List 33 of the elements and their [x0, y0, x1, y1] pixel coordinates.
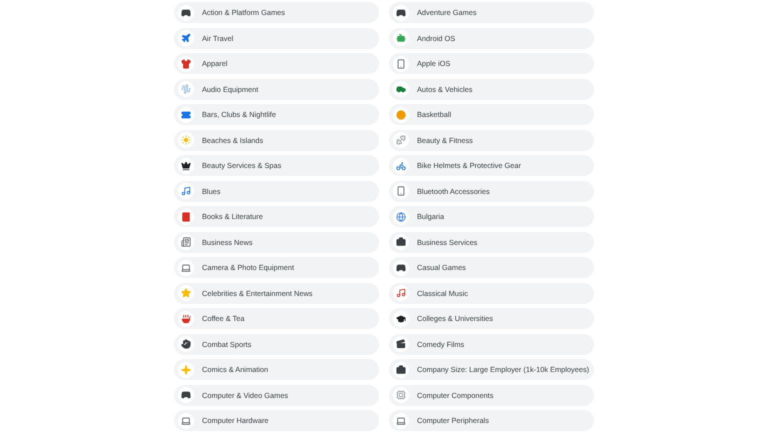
airplane-icon	[181, 33, 191, 43]
phone-icon	[396, 186, 406, 196]
dumbbell-icon	[396, 135, 406, 145]
laptop-icon	[396, 416, 406, 426]
shirt-icon	[181, 58, 191, 68]
car-icon	[396, 84, 406, 94]
star-icon	[181, 288, 191, 298]
laptop-icon	[181, 416, 191, 426]
briefcase-icon	[396, 364, 406, 374]
audio-wave-icon	[181, 84, 191, 94]
briefcase-icon	[396, 237, 406, 247]
ball-icon	[396, 110, 406, 120]
gamepad-icon	[396, 8, 406, 18]
burst-icon	[181, 364, 191, 374]
sun-icon	[181, 135, 191, 145]
bicycle-icon	[396, 160, 406, 170]
globe-icon	[396, 212, 406, 222]
graduation-cap-icon	[396, 314, 406, 324]
fist-icon	[181, 339, 191, 349]
music-note-icon	[181, 186, 191, 196]
ticket-icon	[181, 110, 191, 120]
gamepad-icon	[181, 8, 191, 18]
android-icon	[396, 33, 406, 43]
laptop-icon	[181, 262, 191, 272]
phone-icon	[396, 58, 406, 68]
chip-icon	[396, 390, 406, 400]
music-note-icon	[396, 288, 406, 298]
newspaper-icon	[181, 237, 191, 247]
clapperboard-icon	[396, 339, 406, 349]
gamepad-icon	[396, 262, 406, 272]
book-icon	[181, 212, 191, 222]
gamepad-icon	[181, 390, 191, 400]
bowl-icon	[181, 314, 191, 324]
